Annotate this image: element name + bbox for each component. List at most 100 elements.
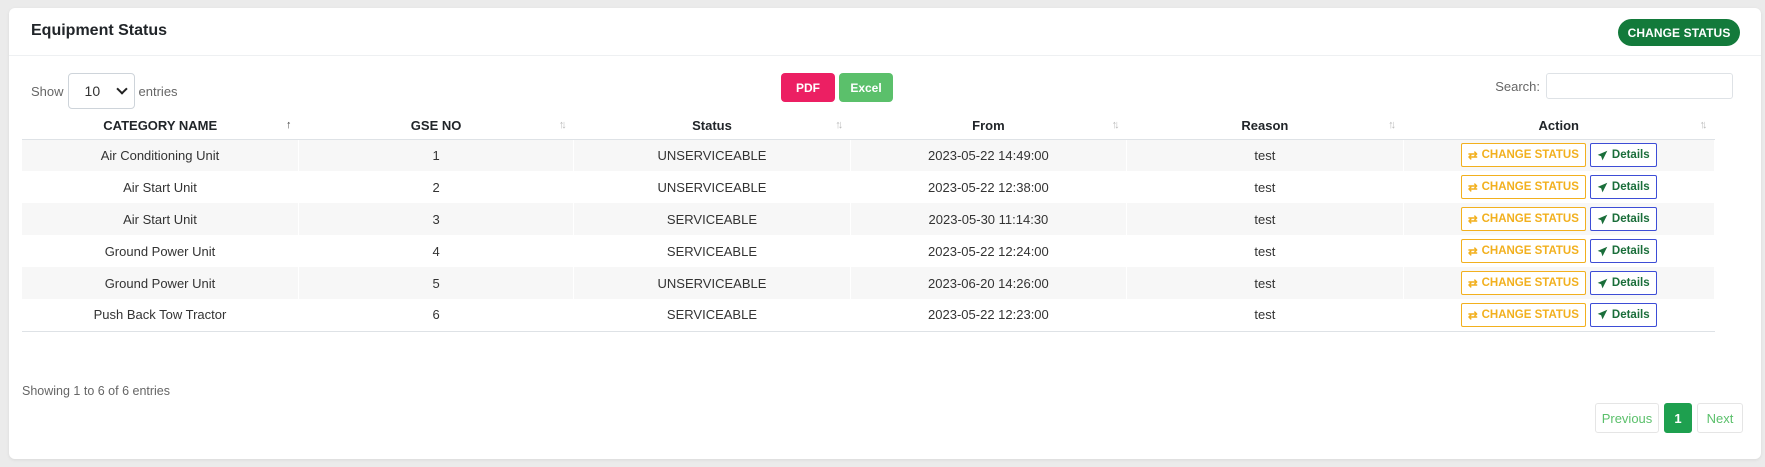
col-status[interactable]: Status ↑↓: [573, 112, 851, 140]
cell-gse: 6: [298, 299, 575, 332]
cell-reason: test: [1126, 139, 1404, 171]
details-label: Details: [1611, 149, 1650, 162]
table-row: Ground Power Unit 5 UNSERVICEABLE 2023-06-2…: [22, 267, 1716, 299]
details-button[interactable]: Details: [1589, 207, 1657, 231]
details-button[interactable]: Details: [1589, 239, 1657, 263]
details-button[interactable]: Details: [1589, 302, 1657, 327]
table-row: Air Conditioning Unit 1 UNSERVICEABLE 2023-…: [22, 139, 1716, 171]
exchange-icon: ⇄: [1467, 214, 1478, 226]
pagination: Previous 1 Next: [1595, 403, 1743, 433]
col-gse-no[interactable]: GSE NO ↑↓: [298, 112, 574, 140]
excel-button[interactable]: Excel: [839, 73, 893, 102]
search-label: Search:: [1495, 78, 1540, 94]
previous-button[interactable]: Previous: [1595, 403, 1659, 433]
cell-reason: test: [1126, 171, 1404, 203]
cell-category: Air Start Unit: [22, 171, 299, 203]
cell-gse: 4: [298, 235, 575, 267]
exchange-icon: ⇄: [1467, 150, 1478, 163]
table-info: Showing 1 to 6 of 6 entries: [22, 384, 171, 398]
table-toolbar: Show 10 entries PDF Excel Search:: [9, 56, 1761, 116]
col-action[interactable]: Action ↑↓: [1403, 112, 1715, 140]
exchange-icon: ⇄: [1467, 309, 1478, 322]
table-row: Ground Power Unit 4 SERVICEABLE 2023-05-22 …: [22, 235, 1716, 267]
search-input[interactable]: [1546, 73, 1733, 99]
exchange-icon: ⇄: [1467, 246, 1478, 258]
details-button[interactable]: Details: [1589, 175, 1657, 199]
col-from[interactable]: From ↑↓: [850, 112, 1127, 140]
cell-category: Push Back Tow Tractor: [22, 299, 299, 332]
change-status-button[interactable]: CHANGE STATUS: [1618, 19, 1740, 46]
cell-reason: test: [1126, 267, 1404, 299]
pdf-button[interactable]: PDF: [781, 73, 835, 102]
action-buttons: ⇄ CHANGE STATUS Details: [1404, 239, 1714, 263]
change-status-label: CHANGE STATUS: [1481, 181, 1579, 193]
cell-status: UNSERVICEABLE: [573, 171, 851, 203]
table-header-row: CATEGORY NAME ↑ GSE NO ↑↓ Status ↑↓ From ↑↓ …: [22, 112, 1715, 140]
action-buttons: ⇄ CHANGE STATUS Details: [1404, 207, 1714, 231]
action-buttons: ⇄ CHANGE STATUS Details: [1404, 175, 1714, 199]
cell-from: 2023-05-22 14:49:00: [850, 139, 1128, 171]
table-row: Air Start Unit 3 SERVICEABLE 2023-05-30 11:…: [22, 203, 1716, 235]
action-buttons: ⇄ CHANGE STATUS Details: [1404, 271, 1714, 295]
details-button[interactable]: Details: [1589, 143, 1657, 168]
entries-select[interactable]: 10: [67, 73, 135, 109]
change-status-label: CHANGE STATUS: [1481, 149, 1579, 162]
cell-action: ⇄ CHANGE STATUS Details: [1403, 235, 1716, 267]
send-icon: [1597, 278, 1608, 288]
send-icon: [1597, 214, 1608, 224]
change-status-label: CHANGE STATUS: [1481, 308, 1579, 321]
change-status-label: CHANGE STATUS: [1481, 245, 1579, 257]
row-change-status-button[interactable]: ⇄ CHANGE STATUS: [1460, 143, 1586, 168]
details-label: Details: [1611, 181, 1650, 193]
cell-from: 2023-05-22 12:24:00: [850, 235, 1128, 267]
cell-action: ⇄ CHANGE STATUS Details: [1403, 203, 1716, 235]
table-body: Air Conditioning Unit 1 UNSERVICEABLE 2023-…: [22, 139, 1716, 332]
table-row: Push Back Tow Tractor 6 SERVICEABLE 2023-05…: [22, 299, 1716, 332]
next-button[interactable]: Next: [1697, 403, 1743, 433]
cell-action: ⇄ CHANGE STATUS Details: [1403, 267, 1716, 299]
action-buttons: ⇄ CHANGE STATUS Details: [1404, 143, 1714, 168]
cell-status: SERVICEABLE: [573, 203, 851, 235]
cell-reason: test: [1126, 203, 1404, 235]
cell-status: SERVICEABLE: [573, 235, 851, 267]
cell-gse: 2: [298, 171, 575, 203]
row-change-status-button[interactable]: ⇄ CHANGE STATUS: [1460, 239, 1586, 263]
cell-category: Air Conditioning Unit: [22, 139, 299, 171]
sort-asc-icon: ↑: [285, 119, 291, 131]
sort-icon: ↑↓: [835, 119, 843, 131]
row-change-status-button[interactable]: ⇄ CHANGE STATUS: [1460, 271, 1586, 295]
exchange-icon: ⇄: [1467, 278, 1478, 290]
card-header: Equipment Status CHANGE STATUS: [9, 8, 1761, 56]
equipment-table: CATEGORY NAME ↑ GSE NO ↑↓ Status ↑↓ From ↑↓ …: [22, 112, 1716, 332]
cell-from: 2023-05-22 12:38:00: [850, 171, 1128, 203]
row-change-status-button[interactable]: ⇄ CHANGE STATUS: [1460, 302, 1586, 327]
cell-gse: 3: [298, 203, 575, 235]
row-change-status-button[interactable]: ⇄ CHANGE STATUS: [1460, 175, 1586, 199]
cell-category: Ground Power Unit: [22, 267, 299, 299]
export-buttons: PDF Excel: [781, 73, 893, 102]
cell-from: 2023-05-30 11:14:30: [850, 203, 1128, 235]
table-row: Air Start Unit 2 UNSERVICEABLE 2023-05-22 1…: [22, 171, 1716, 203]
cell-status: UNSERVICEABLE: [573, 267, 851, 299]
send-icon: [1597, 182, 1608, 192]
row-change-status-button[interactable]: ⇄ CHANGE STATUS: [1460, 207, 1586, 231]
cell-reason: test: [1126, 235, 1404, 267]
col-category-name[interactable]: CATEGORY NAME ↑: [22, 112, 299, 140]
entries-length: Show 10 entries: [31, 73, 178, 109]
cell-action: ⇄ CHANGE STATUS Details: [1403, 299, 1716, 332]
cell-gse: 5: [298, 267, 575, 299]
page-1-button[interactable]: 1: [1664, 403, 1692, 433]
details-button[interactable]: Details: [1589, 271, 1657, 295]
send-icon: [1597, 246, 1608, 256]
cell-from: 2023-06-20 14:26:00: [850, 267, 1128, 299]
cell-gse: 1: [298, 139, 575, 171]
page-title: Equipment Status: [31, 22, 168, 39]
entries-select-value: 10: [84, 83, 101, 99]
details-label: Details: [1611, 245, 1650, 257]
change-status-label: CHANGE STATUS: [1481, 213, 1579, 225]
send-icon: [1597, 309, 1608, 320]
col-reason[interactable]: Reason ↑↓: [1126, 112, 1404, 140]
details-label: Details: [1611, 213, 1650, 225]
sort-icon: ↑↓: [1699, 119, 1708, 131]
search: Search:: [1495, 73, 1733, 99]
